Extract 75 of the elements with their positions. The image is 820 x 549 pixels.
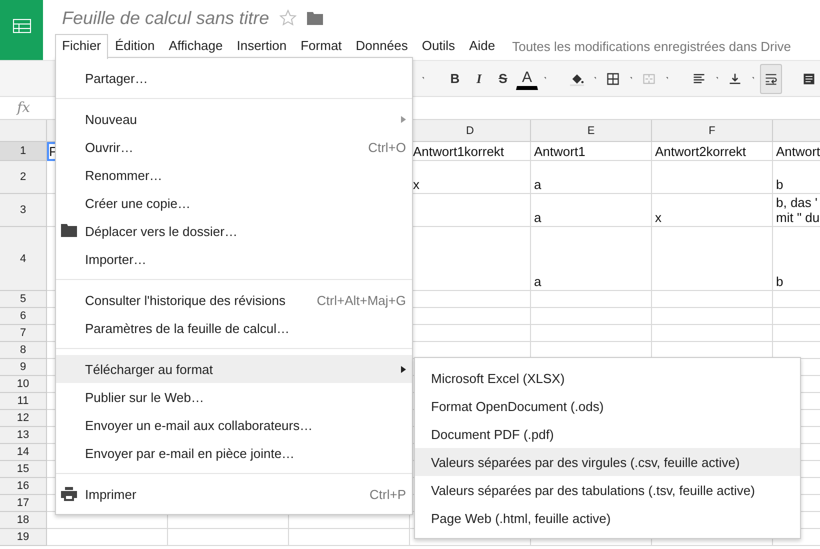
row-header[interactable]: 13 bbox=[0, 427, 47, 444]
row-header[interactable]: 18 bbox=[0, 512, 47, 529]
document-title[interactable]: Feuille de calcul sans titre bbox=[62, 8, 270, 28]
menu-option[interactable]: Envoyer un e-mail aux collaborateurs… bbox=[56, 411, 412, 439]
menu-item[interactable]: Fichier bbox=[55, 34, 108, 58]
table-cell: b bbox=[773, 161, 820, 194]
table-cell: Antwort1 bbox=[531, 142, 652, 161]
menu-item[interactable]: Format bbox=[294, 34, 349, 58]
row-header[interactable]: 11 bbox=[0, 393, 47, 410]
menu-item[interactable]: Données bbox=[348, 34, 415, 58]
bold-button[interactable]: B bbox=[444, 66, 466, 92]
row-header[interactable]: 16 bbox=[0, 478, 47, 495]
star-icon[interactable] bbox=[279, 9, 298, 27]
table-cell: x bbox=[652, 194, 773, 227]
menu-option[interactable]: Télécharger au format bbox=[56, 355, 412, 383]
wrap-text-button[interactable] bbox=[760, 64, 782, 94]
menu-option[interactable]: Imprimer Ctrl+P bbox=[56, 480, 412, 508]
text-color-button[interactable]: A bbox=[516, 68, 538, 90]
menu-option[interactable]: Nouveau bbox=[56, 105, 412, 133]
menu-item[interactable]: Aide bbox=[462, 34, 502, 58]
column-header[interactable]: F bbox=[652, 120, 773, 142]
app-logo[interactable] bbox=[0, 0, 43, 60]
menu-option[interactable]: Consulter l'historique des révisions Ctrl+Alt+Maj+G bbox=[56, 286, 412, 314]
borders-icon bbox=[606, 70, 620, 86]
menu-option[interactable]: Valeurs séparées par des virgules (.csv, feuille active) bbox=[415, 448, 800, 476]
menu-option[interactable]: Publier sur le Web… bbox=[56, 383, 412, 411]
row-header[interactable]: 15 bbox=[0, 461, 47, 478]
menu-option[interactable]: Paramètres de la feuille de calcul… bbox=[56, 314, 412, 342]
row-header[interactable]: 6 bbox=[0, 308, 47, 325]
italic-button[interactable]: I bbox=[468, 66, 490, 92]
corner-header[interactable] bbox=[0, 120, 47, 142]
menu-option[interactable]: Déplacer vers le dossier… bbox=[56, 217, 412, 245]
row-header[interactable]: 12 bbox=[0, 410, 47, 427]
table-cell: a bbox=[531, 227, 652, 291]
strikethrough-button[interactable]: S bbox=[492, 66, 514, 92]
menu-option[interactable]: Importer… bbox=[56, 245, 412, 273]
table-cell: Antwort2korrekt bbox=[652, 142, 773, 161]
menu-option[interactable]: Renommer… bbox=[56, 161, 412, 189]
menu-option[interactable]: Envoyer par e-mail en pièce jointe… bbox=[56, 439, 412, 467]
row-header[interactable]: 14 bbox=[0, 444, 47, 461]
menu-option[interactable]: Partager… bbox=[56, 64, 412, 92]
row-header[interactable]: 1 bbox=[0, 142, 47, 161]
spreadsheet-icon bbox=[12, 19, 30, 33]
column-header[interactable]: D bbox=[410, 120, 531, 142]
table-cell: b, das ' mit " du bbox=[773, 194, 820, 227]
row-header[interactable]: 8 bbox=[0, 342, 47, 359]
row-header[interactable]: 17 bbox=[0, 495, 47, 512]
menu-item[interactable]: Édition bbox=[108, 34, 162, 58]
row-header[interactable]: 3 bbox=[0, 194, 47, 227]
folder-icon bbox=[61, 224, 77, 237]
row-header[interactable]: 10 bbox=[0, 376, 47, 393]
table-cell: Antwort bbox=[773, 142, 820, 161]
column-header[interactable]: E bbox=[531, 120, 652, 142]
row-header[interactable]: 2 bbox=[0, 161, 47, 194]
formula-label: fx bbox=[15, 100, 32, 116]
table-cell: a bbox=[531, 161, 652, 194]
save-status: Toutes les modifications enregistrées dans Drive bbox=[512, 38, 792, 54]
menu-option[interactable]: Microsoft Excel (XLSX) bbox=[415, 364, 800, 392]
menu-item[interactable]: Outils bbox=[414, 34, 462, 58]
menu-option[interactable]: Valeurs séparées par des tabulations (.tsv, feuille active) bbox=[415, 476, 800, 504]
menu-option[interactable]: Document PDF (.pdf) bbox=[415, 420, 800, 448]
menu-option[interactable]: Créer une copie… bbox=[56, 189, 412, 217]
row-header[interactable]: 5 bbox=[0, 291, 47, 308]
table-cell: b bbox=[773, 227, 820, 291]
row-header[interactable]: 4 bbox=[0, 227, 47, 291]
folder-icon[interactable] bbox=[307, 11, 324, 25]
row-header[interactable]: 7 bbox=[0, 325, 47, 342]
table-cell: a bbox=[531, 194, 652, 227]
menu-option[interactable]: Page Web (.html, feuille active) bbox=[415, 504, 800, 532]
row-header[interactable]: 19 bbox=[0, 529, 47, 546]
menu-item[interactable]: Insertion bbox=[230, 34, 294, 58]
menu-item[interactable]: Affichage bbox=[162, 34, 230, 58]
row-header[interactable]: 9 bbox=[0, 359, 47, 376]
menu-option[interactable]: Format OpenDocument (.ods) bbox=[415, 392, 800, 420]
printer-icon bbox=[61, 487, 77, 501]
